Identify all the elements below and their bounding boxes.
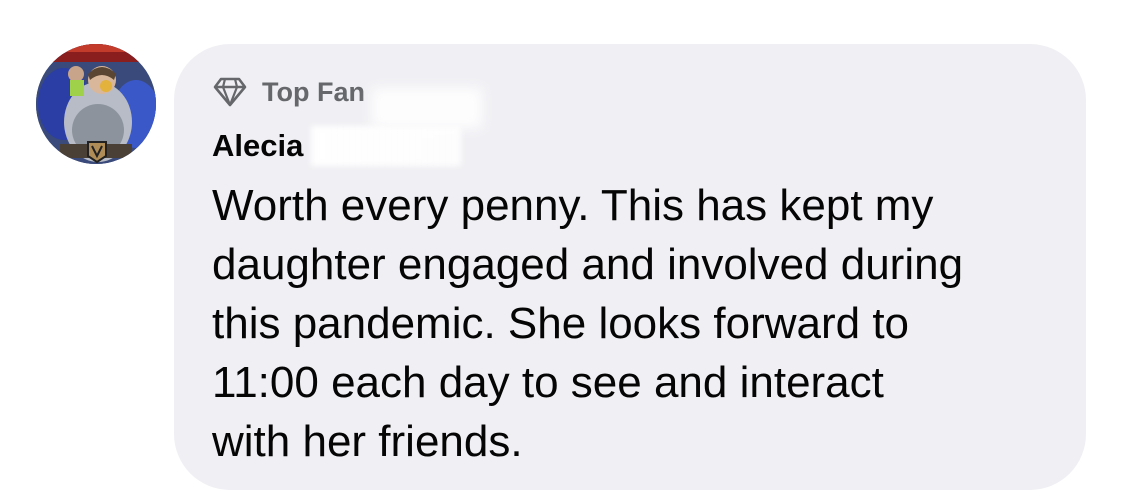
comment-line: this pandemic. She looks forward to	[212, 299, 910, 348]
comment-author[interactable]: Alecia	[212, 126, 462, 166]
comment-line: Worth every penny. This has kept my	[212, 181, 934, 230]
avatar-photo	[36, 44, 156, 164]
comment-line: daughter engaged and involved during	[212, 240, 964, 289]
badge-label: Top Fan	[262, 76, 365, 107]
redacted-surname	[311, 126, 462, 166]
top-fan-badge[interactable]: Top Fan	[212, 72, 365, 112]
avatar[interactable]	[36, 44, 156, 164]
comment-line: 11:00 each day to see and interact	[212, 358, 884, 407]
comment-line: with her friends.	[212, 417, 523, 466]
comment-text: Worth every penny. This has kept my daug…	[212, 176, 1062, 471]
redaction-smudge	[372, 88, 482, 128]
author-name: Alecia	[212, 128, 304, 163]
diamond-icon	[212, 76, 248, 108]
